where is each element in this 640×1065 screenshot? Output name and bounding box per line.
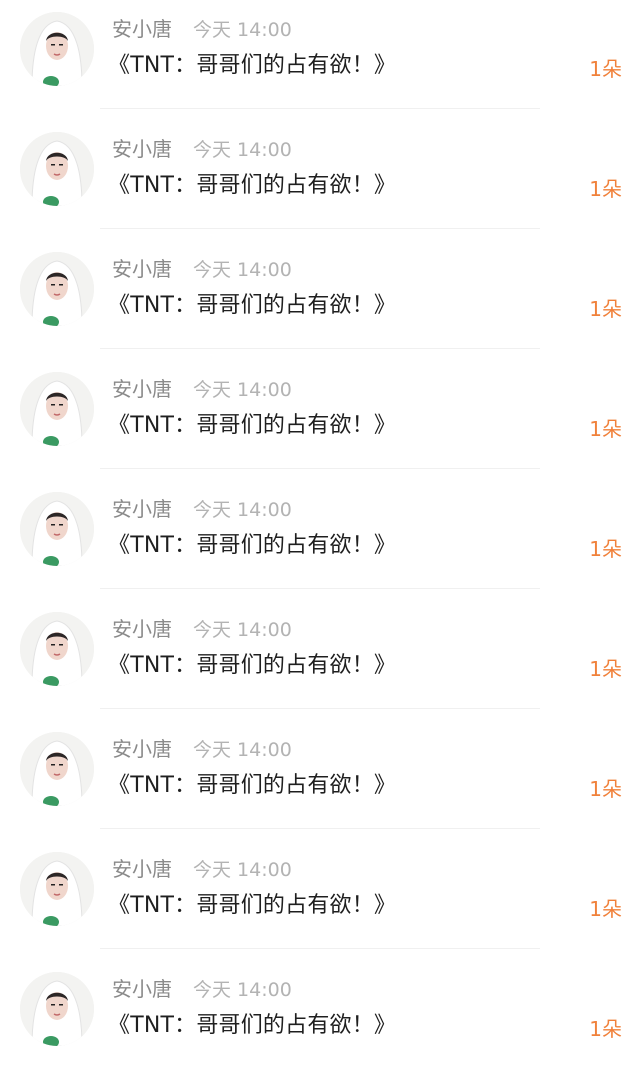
username[interactable]: 安小唐 — [112, 255, 172, 283]
avatar[interactable] — [20, 732, 94, 806]
list-item[interactable]: 安小唐 今天 14:00 《TNT：哥哥们的占有欲！》 1朵 — [0, 120, 640, 240]
timestamp: 今天 14:00 — [193, 259, 292, 281]
divider — [100, 228, 540, 229]
item-title[interactable]: 《TNT：哥哥们的占有欲！》 — [108, 1010, 396, 1042]
item-title[interactable]: 《TNT：哥哥们的占有欲！》 — [108, 290, 396, 322]
list-item[interactable]: 安小唐 今天 14:00 《TNT：哥哥们的占有欲！》 1朵 — [0, 0, 640, 120]
avatar[interactable] — [20, 972, 94, 1046]
flower-count: 1朵 — [589, 57, 622, 81]
username[interactable]: 安小唐 — [112, 855, 172, 883]
avatar[interactable] — [20, 852, 94, 926]
flower-count: 1朵 — [589, 417, 622, 441]
divider — [100, 348, 540, 349]
avatar-photo-icon — [20, 372, 94, 446]
username[interactable]: 安小唐 — [112, 15, 172, 43]
timestamp: 今天 14:00 — [193, 979, 292, 1001]
gift-record-list: 安小唐 今天 14:00 《TNT：哥哥们的占有欲！》 1朵 安小唐 今天 14… — [0, 0, 640, 1065]
item-title[interactable]: 《TNT：哥哥们的占有欲！》 — [108, 770, 396, 802]
username[interactable]: 安小唐 — [112, 615, 172, 643]
flower-count: 1朵 — [589, 537, 622, 561]
flower-count: 1朵 — [589, 897, 622, 921]
list-item[interactable]: 安小唐 今天 14:00 《TNT：哥哥们的占有欲！》 1朵 — [0, 600, 640, 720]
avatar[interactable] — [20, 252, 94, 326]
item-title[interactable]: 《TNT：哥哥们的占有欲！》 — [108, 890, 396, 922]
divider — [100, 948, 540, 949]
item-title[interactable]: 《TNT：哥哥们的占有欲！》 — [108, 410, 396, 442]
timestamp: 今天 14:00 — [193, 499, 292, 521]
avatar-photo-icon — [20, 972, 94, 1046]
item-title[interactable]: 《TNT：哥哥们的占有欲！》 — [108, 530, 396, 562]
timestamp: 今天 14:00 — [193, 379, 292, 401]
username[interactable]: 安小唐 — [112, 975, 172, 1003]
list-item[interactable]: 安小唐 今天 14:00 《TNT：哥哥们的占有欲！》 1朵 — [0, 960, 640, 1065]
divider — [100, 828, 540, 829]
username[interactable]: 安小唐 — [112, 735, 172, 763]
avatar[interactable] — [20, 492, 94, 566]
avatar-photo-icon — [20, 612, 94, 686]
divider — [100, 708, 540, 709]
item-title[interactable]: 《TNT：哥哥们的占有欲！》 — [108, 50, 396, 82]
username[interactable]: 安小唐 — [112, 375, 172, 403]
item-title[interactable]: 《TNT：哥哥们的占有欲！》 — [108, 650, 396, 682]
avatar-photo-icon — [20, 852, 94, 926]
avatar-photo-icon — [20, 732, 94, 806]
avatar[interactable] — [20, 12, 94, 86]
username[interactable]: 安小唐 — [112, 495, 172, 523]
divider — [100, 468, 540, 469]
timestamp: 今天 14:00 — [193, 139, 292, 161]
username[interactable]: 安小唐 — [112, 135, 172, 163]
timestamp: 今天 14:00 — [193, 19, 292, 41]
avatar-photo-icon — [20, 492, 94, 566]
flower-count: 1朵 — [589, 777, 622, 801]
avatar-photo-icon — [20, 252, 94, 326]
divider — [100, 108, 540, 109]
flower-count: 1朵 — [589, 1017, 622, 1041]
avatar-photo-icon — [20, 132, 94, 206]
list-item[interactable]: 安小唐 今天 14:00 《TNT：哥哥们的占有欲！》 1朵 — [0, 720, 640, 840]
timestamp: 今天 14:00 — [193, 859, 292, 881]
list-item[interactable]: 安小唐 今天 14:00 《TNT：哥哥们的占有欲！》 1朵 — [0, 240, 640, 360]
list-item[interactable]: 安小唐 今天 14:00 《TNT：哥哥们的占有欲！》 1朵 — [0, 840, 640, 960]
flower-count: 1朵 — [589, 297, 622, 321]
list-item[interactable]: 安小唐 今天 14:00 《TNT：哥哥们的占有欲！》 1朵 — [0, 360, 640, 480]
item-title[interactable]: 《TNT：哥哥们的占有欲！》 — [108, 170, 396, 202]
avatar-photo-icon — [20, 12, 94, 86]
flower-count: 1朵 — [589, 657, 622, 681]
list-item[interactable]: 安小唐 今天 14:00 《TNT：哥哥们的占有欲！》 1朵 — [0, 480, 640, 600]
timestamp: 今天 14:00 — [193, 739, 292, 761]
divider — [100, 588, 540, 589]
avatar[interactable] — [20, 612, 94, 686]
avatar[interactable] — [20, 132, 94, 206]
timestamp: 今天 14:00 — [193, 619, 292, 641]
avatar[interactable] — [20, 372, 94, 446]
flower-count: 1朵 — [589, 177, 622, 201]
